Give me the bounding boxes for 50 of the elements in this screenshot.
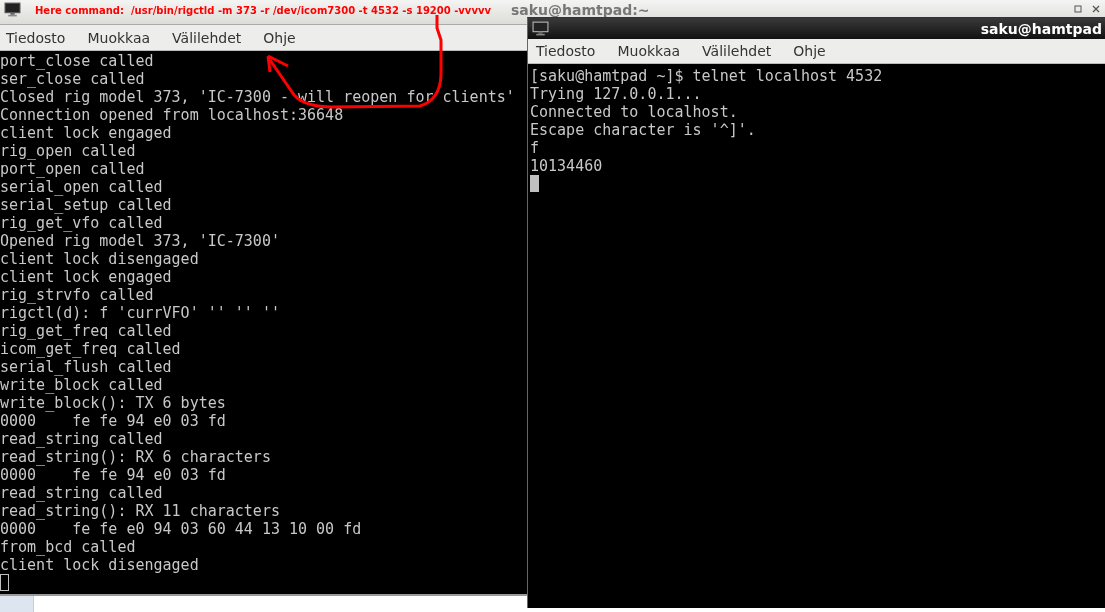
terminal-line: client lock disengaged — [0, 250, 199, 268]
panel-block — [0, 596, 34, 612]
menu-item[interactable]: Ohje — [793, 43, 826, 59]
annotation-text: Here command: /usr/bin/rigctld -m 373 -r /dev/icom7300 -t 4532 -s 19200 -vvvvv — [35, 5, 491, 16]
maximize-icon[interactable] — [1073, 4, 1083, 14]
terminal-line: rigctl(d): f 'currVFO' '' '' '' — [0, 304, 280, 322]
terminal-line: 10134460 — [530, 157, 603, 175]
window-title: saku@hamtpad:~ — [510, 2, 650, 18]
terminal-line: rig_get_freq called — [0, 322, 172, 340]
menu-item[interactable]: Välilehdet — [702, 43, 772, 59]
terminal-line: Trying 127.0.0.1... — [530, 85, 702, 103]
terminal-line: ser_close called — [0, 70, 145, 88]
monitor-icon — [532, 21, 549, 36]
menu-item[interactable]: Tiedosto — [536, 43, 596, 59]
terminal-line: rig_get_vfo called — [0, 214, 163, 232]
terminal-line: from_bcd called — [0, 538, 136, 556]
terminal-line: serial_open called — [0, 178, 163, 196]
terminal-line: port_close called — [0, 52, 154, 70]
terminal-line: serial_setup called — [0, 196, 172, 214]
terminal-line: rig_strvfo called — [0, 286, 154, 304]
terminal-line: 0000 fe fe e0 94 03 60 44 13 10 00 fd — [0, 520, 362, 538]
menu-item[interactable]: Muokkaa — [617, 43, 681, 59]
terminal-line: port_open called — [0, 160, 145, 178]
terminal-line: f — [530, 139, 540, 157]
terminal-line: 0000 fe fe 94 e0 03 fd — [0, 466, 226, 484]
terminal-line: rig_open called — [0, 142, 136, 160]
terminal-line: icom_get_freq called — [0, 340, 181, 358]
terminal-line: write_block called — [0, 376, 163, 394]
terminal-line: Opened rig model 373, 'IC-7300' — [0, 232, 280, 250]
menu-item[interactable]: Tiedosto — [6, 29, 66, 46]
terminal-line: client lock engaged — [0, 124, 172, 142]
terminal-line: read_string(): RX 11 characters — [0, 502, 280, 520]
monitor-icon — [4, 2, 21, 17]
terminal-line: serial_flush called — [0, 358, 172, 376]
menu-item[interactable]: Ohje — [263, 29, 296, 46]
terminal-line: 0000 fe fe 94 e0 03 fd — [0, 412, 226, 430]
terminal-line: [saku@hamtpad ~]$ telnet localhost 4532 — [530, 67, 883, 85]
terminal-line: read_string(): RX 6 characters — [0, 448, 271, 466]
menu-item[interactable]: Muokkaa — [87, 29, 151, 46]
menu-item[interactable]: Välilehdet — [172, 29, 242, 46]
terminal-line: read_string called — [0, 484, 163, 502]
close-icon[interactable] — [1091, 4, 1101, 14]
terminal-line: write_block(): TX 6 bytes — [0, 394, 226, 412]
window-title: saku@hamtpad — [980, 20, 1102, 37]
terminal-line: Escape character is '^]'. — [530, 121, 756, 139]
terminal-line: client lock disengaged — [0, 556, 199, 574]
terminal-line: Connection opened from localhost:36648 — [0, 106, 344, 124]
terminal-line: client lock engaged — [0, 268, 172, 286]
terminal-line: Connected to localhost. — [530, 103, 738, 121]
terminal-line: read_string called — [0, 430, 163, 448]
